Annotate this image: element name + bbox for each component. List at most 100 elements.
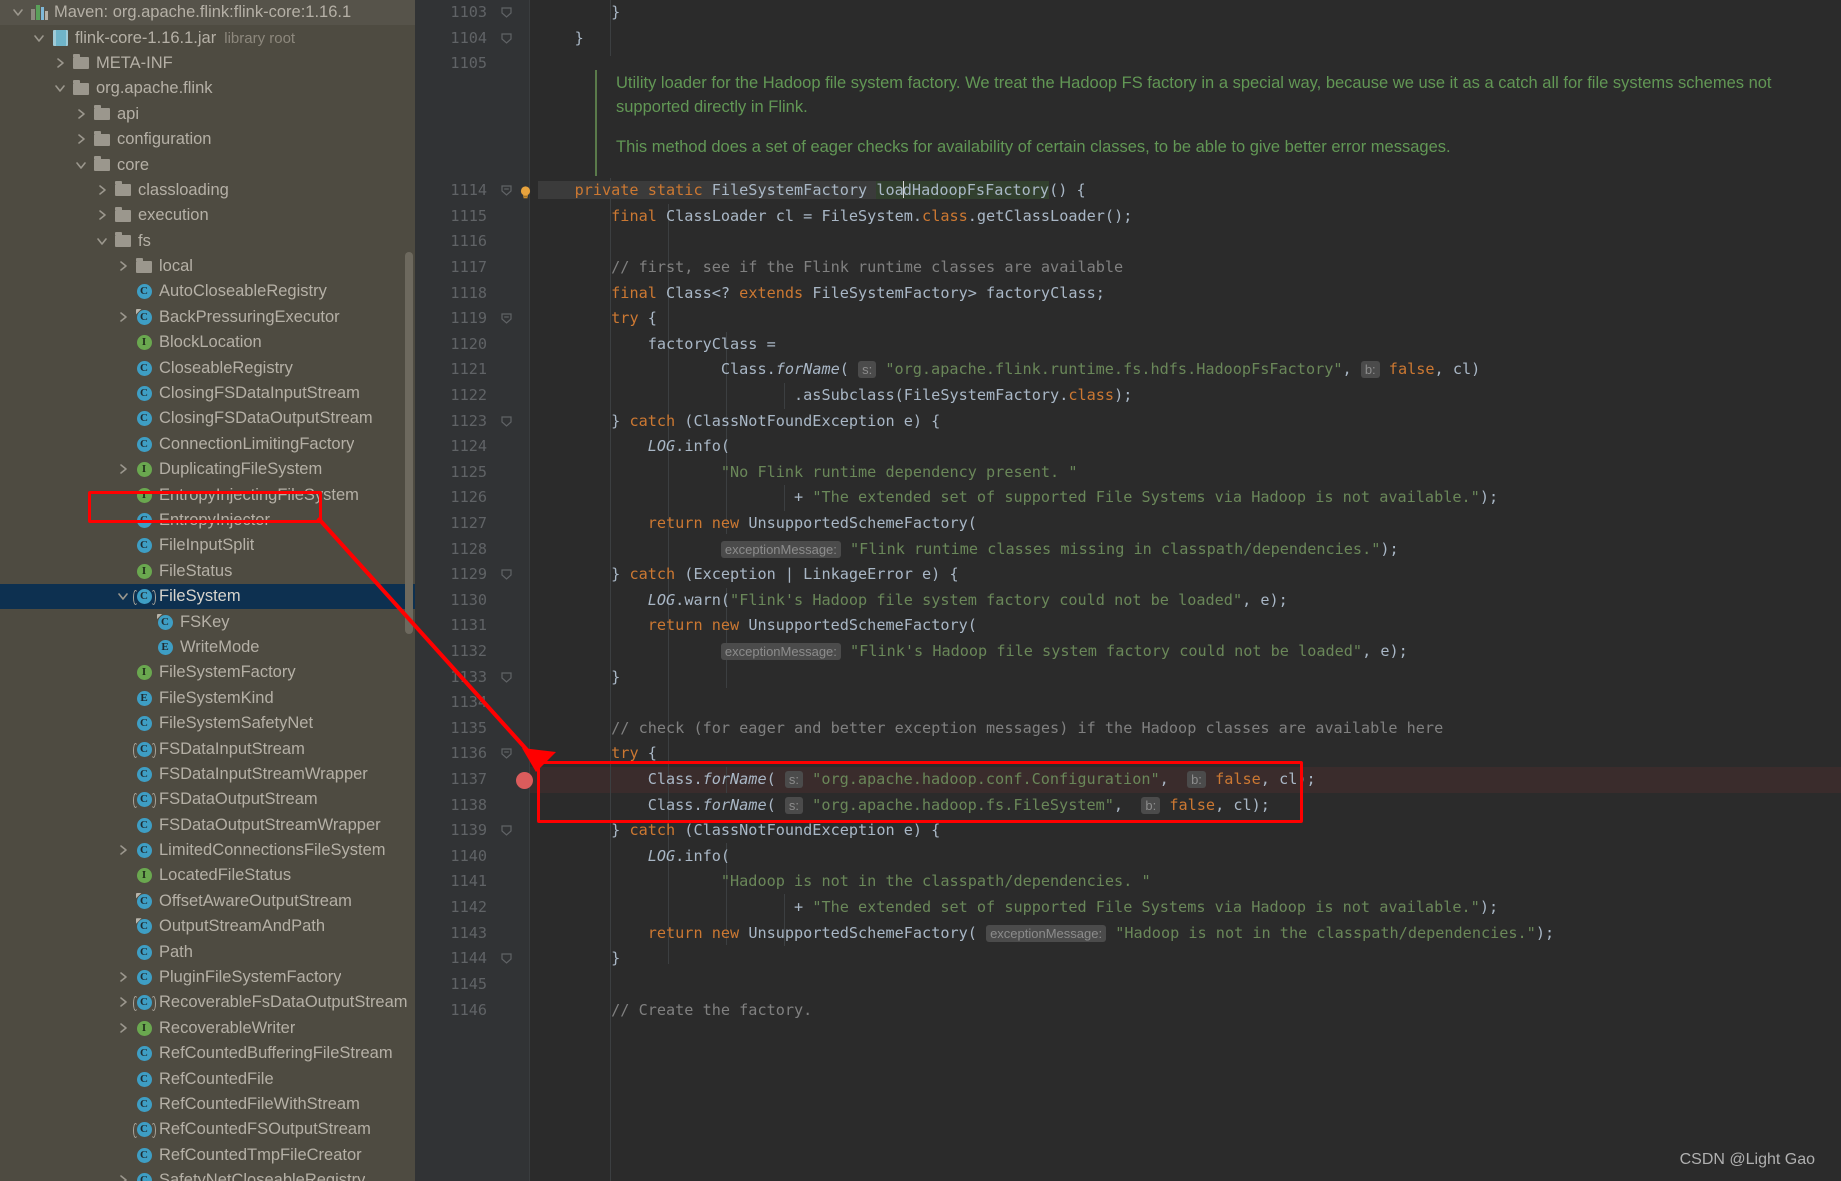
tree-row[interactable]: org.apache.flink xyxy=(0,76,415,101)
code-line[interactable]: 1121 Class.forName( s: "org.apache.flink… xyxy=(415,357,1841,383)
code-line[interactable]: 1136 try { xyxy=(415,741,1841,767)
code-line[interactable]: 1138 Class.forName( s: "org.apache.hadoo… xyxy=(415,793,1841,819)
tree-row[interactable]: C FSDataOutputStreamWrapper xyxy=(0,813,415,838)
chevron-right-icon[interactable] xyxy=(113,463,133,476)
chevron-right-icon[interactable] xyxy=(113,844,133,857)
code-line[interactable]: 1139 } catch (ClassNotFoundException e) … xyxy=(415,818,1841,844)
chevron-down-icon[interactable] xyxy=(8,6,28,19)
code-line[interactable]: 1125 "No Flink runtime dependency presen… xyxy=(415,460,1841,486)
fold-marker-icon[interactable] xyxy=(499,26,513,52)
code-line[interactable]: 1129 } catch (Exception | LinkageError e… xyxy=(415,562,1841,588)
tree-row[interactable]: C RefCountedBufferingFileStream xyxy=(0,1041,415,1066)
code-line[interactable]: 1145 xyxy=(415,972,1841,998)
fold-marker-icon[interactable] xyxy=(499,409,513,435)
project-tool-window[interactable]: Maven: org.apache.flink:flink-core:1.16.… xyxy=(0,0,415,1181)
code-line[interactable]: 1122 .asSubclass(FileSystemFactory.class… xyxy=(415,383,1841,409)
chevron-right-icon[interactable] xyxy=(113,971,133,984)
tree-row[interactable]: C RefCountedFile xyxy=(0,1066,415,1091)
tree-row[interactable]: C FSDataInputStream xyxy=(0,736,415,761)
code-line[interactable]: 1132 exceptionMessage: "Flink's Hadoop f… xyxy=(415,639,1841,665)
chevron-right-icon[interactable] xyxy=(113,1174,133,1181)
code-line[interactable]: 1105 xyxy=(415,51,1841,77)
chevron-down-icon[interactable] xyxy=(92,235,112,248)
fold-marker-icon[interactable] xyxy=(499,946,513,972)
fold-marker-icon[interactable] xyxy=(499,178,513,204)
code-line[interactable]: 1135 // check (for eager and better exce… xyxy=(415,716,1841,742)
tree-row[interactable]: core xyxy=(0,152,415,177)
code-line[interactable]: 1137 Class.forName( s: "org.apache.hadoo… xyxy=(415,767,1841,793)
tree-row[interactable]: C FSDataInputStreamWrapper xyxy=(0,762,415,787)
code-line[interactable]: 1144 } xyxy=(415,946,1841,972)
fold-marker-icon[interactable] xyxy=(499,741,513,767)
tree-row[interactable]: C Path xyxy=(0,939,415,964)
chevron-down-icon[interactable] xyxy=(29,32,49,45)
breakpoint-icon[interactable] xyxy=(516,771,533,789)
tree-row[interactable]: C RecoverableFsDataOutputStream xyxy=(0,990,415,1015)
fold-marker-icon[interactable] xyxy=(499,0,513,26)
code-line[interactable]: 1131 return new UnsupportedSchemeFactory… xyxy=(415,613,1841,639)
code-line[interactable]: 1141 "Hadoop is not in the classpath/dep… xyxy=(415,869,1841,895)
tree-row[interactable]: C SafetyNetCloseableRegistry xyxy=(0,1168,415,1181)
tree-row[interactable]: I RecoverableWriter xyxy=(0,1016,415,1041)
tree-row[interactable]: C FSKey xyxy=(0,609,415,634)
tree-row[interactable]: C EntropyInjector xyxy=(0,508,415,533)
fold-marker-icon[interactable] xyxy=(499,665,513,691)
tree-row[interactable]: C FileSystem xyxy=(0,583,415,610)
chevron-right-icon[interactable] xyxy=(71,108,91,121)
project-tree[interactable]: Maven: org.apache.flink:flink-core:1.16.… xyxy=(0,0,415,1181)
code-line[interactable]: 1143 return new UnsupportedSchemeFactory… xyxy=(415,921,1841,947)
tree-row[interactable]: C RefCountedFileWithStream xyxy=(0,1092,415,1117)
tree-row[interactable]: C OffsetAwareOutputStream xyxy=(0,889,415,914)
tree-row[interactable]: fs xyxy=(0,229,415,254)
code-line[interactable]: 1142 + "The extended set of supported Fi… xyxy=(415,895,1841,921)
tree-row[interactable]: C FSDataOutputStream xyxy=(0,787,415,812)
chevron-right-icon[interactable] xyxy=(92,184,112,197)
chevron-right-icon[interactable] xyxy=(71,133,91,146)
code-line[interactable]: 1134 xyxy=(415,690,1841,716)
code-line[interactable]: 1127 return new UnsupportedSchemeFactory… xyxy=(415,511,1841,537)
tree-row[interactable]: I FileStatus xyxy=(0,559,415,584)
code-line[interactable]: 1114 private static FileSystemFactory lo… xyxy=(415,178,1841,204)
code-line[interactable]: 1140 LOG.info( xyxy=(415,844,1841,870)
tree-row[interactable]: C AutoCloseableRegistry xyxy=(0,279,415,304)
tree-row[interactable]: classloading xyxy=(0,178,415,203)
tree-row[interactable]: I FileSystemFactory xyxy=(0,660,415,685)
tree-row[interactable]: C RefCountedFSOutputStream xyxy=(0,1117,415,1142)
code-line[interactable]: 1128 exceptionMessage: "Flink runtime cl… xyxy=(415,537,1841,563)
tree-row[interactable]: flink-core-1.16.1.jar library root xyxy=(0,25,415,50)
chevron-down-icon[interactable] xyxy=(113,590,133,603)
code-editor[interactable]: Utility loader for the Hadoop file syste… xyxy=(415,0,1841,1181)
chevron-right-icon[interactable] xyxy=(113,996,133,1009)
fold-marker-icon[interactable] xyxy=(499,306,513,332)
code-line[interactable]: 1130 LOG.warn("Flink's Hadoop file syste… xyxy=(415,588,1841,614)
tree-row[interactable]: C FileSystemSafetyNet xyxy=(0,711,415,736)
tree-row[interactable]: C FileInputSplit xyxy=(0,533,415,558)
fold-marker-icon[interactable] xyxy=(499,818,513,844)
tree-row[interactable]: I EntropyInjectingFileSystem xyxy=(0,482,415,507)
tree-row[interactable]: api xyxy=(0,102,415,127)
tree-row[interactable]: E FileSystemKind xyxy=(0,686,415,711)
tree-row[interactable]: C CloseableRegistry xyxy=(0,355,415,380)
tree-scrollbar-thumb[interactable] xyxy=(405,252,413,634)
chevron-right-icon[interactable] xyxy=(92,209,112,222)
code-line[interactable]: 1117 // first, see if the Flink runtime … xyxy=(415,255,1841,281)
tree-row[interactable]: local xyxy=(0,254,415,279)
tree-row[interactable]: META-INF xyxy=(0,51,415,76)
chevron-right-icon[interactable] xyxy=(113,1022,133,1035)
chevron-down-icon[interactable] xyxy=(71,159,91,172)
code-line[interactable]: 1119 try { xyxy=(415,306,1841,332)
code-line[interactable]: 1120 factoryClass = xyxy=(415,332,1841,358)
code-line[interactable]: 1133 } xyxy=(415,665,1841,691)
code-lines[interactable]: 1103 } 1104 } 1105 1114 private static File… xyxy=(415,0,1841,1181)
tree-row[interactable]: C ConnectionLimitingFactory xyxy=(0,432,415,457)
code-line[interactable]: 1118 final Class<? extends FileSystemFac… xyxy=(415,281,1841,307)
chevron-right-icon[interactable] xyxy=(50,57,70,70)
code-line[interactable]: 1146 // Create the factory. xyxy=(415,998,1841,1024)
tree-row[interactable]: I DuplicatingFileSystem xyxy=(0,457,415,482)
fold-marker-icon[interactable] xyxy=(499,562,513,588)
code-line[interactable]: 1115 final ClassLoader cl = FileSystem.c… xyxy=(415,204,1841,230)
chevron-right-icon[interactable] xyxy=(113,260,133,273)
code-line[interactable]: 1104 } xyxy=(415,26,1841,52)
intention-bulb-icon[interactable] xyxy=(518,183,533,199)
tree-row[interactable]: execution xyxy=(0,203,415,228)
